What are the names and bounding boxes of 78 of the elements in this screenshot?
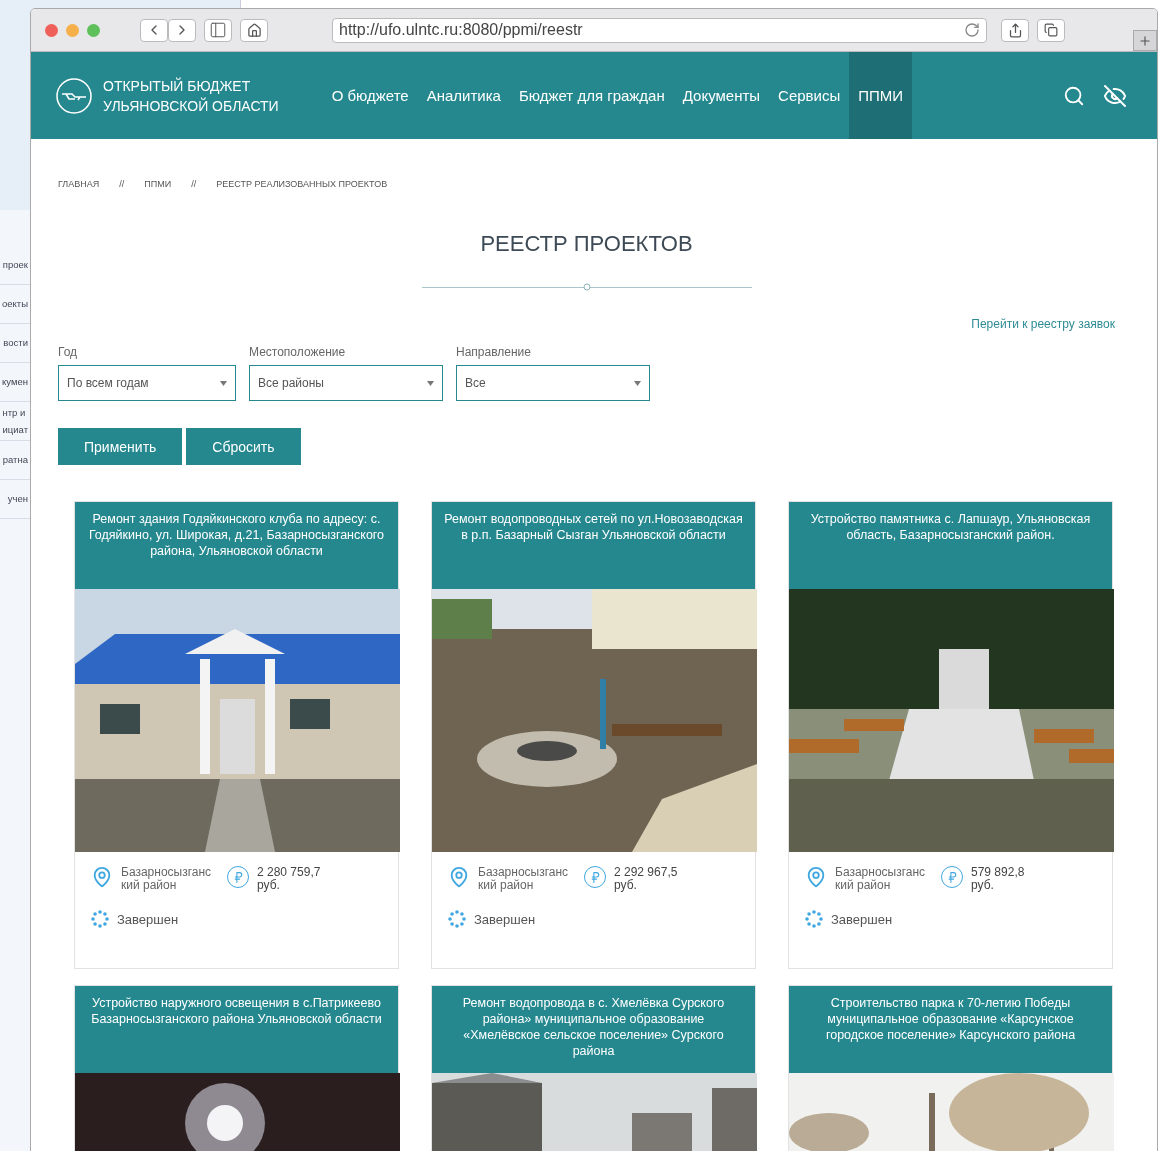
location-pin-icon <box>91 866 113 888</box>
status-text: Завершен <box>474 911 536 927</box>
filter-label: Местоположение <box>249 345 347 359</box>
project-card[interactable]: Ремонт здания Годяйкинского клуба по адресу: с. Годяйкино, ул. Широкая, д.21, Базарносызганского района, Ульяновской области Базарносызганский район 2 280 759,7 руб. Завершен <box>74 501 399 969</box>
filter-label: Направление <box>456 345 532 359</box>
breadcrumb-link[interactable]: РЕЕСТР РЕАЛИЗОВАННЫХ ПРОЕКТОВ <box>216 179 388 189</box>
status-text: Завершен <box>117 911 179 927</box>
nav-item[interactable]: Бюджет для граждан <box>509 52 674 139</box>
sidebar-item[interactable]: нтр и ициат <box>2 403 28 439</box>
card-title[interactable]: Устройство наружного освещения в с.Патрикеево Базарносызганского района Ульяновской области <box>75 986 398 1073</box>
project-card[interactable]: Строительство парка к 70-летию Победы муниципальное образование «Карсунское городское поселение» Карсунского района <box>788 985 1113 1151</box>
sidebar-item[interactable]: проек <box>2 256 28 274</box>
amount-text: 2 280 759,7 руб. <box>257 866 321 892</box>
plus-icon <box>1138 33 1152 48</box>
amount-text: 2 292 967,5 руб. <box>614 866 678 892</box>
sidebar-item[interactable]: вости <box>3 334 28 352</box>
filter-select[interactable]: Все <box>456 365 650 401</box>
page-title: РЕЕСТР ПРОЕКТОВ <box>479 231 694 257</box>
breadcrumb-separator: // <box>119 179 125 189</box>
project-card[interactable]: Ремонт водопровода в с. Хмелёвка Сурского района» муниципальное образование «Хмелёвское сельское поселение» Сурского района <box>431 985 756 1151</box>
project-card[interactable]: Ремонт водопроводных сетей по ул.Новозаводская в р.п. Базарный Сызган Ульяновской области Базарносызганский район 2 292 967,5 руб. Завершен <box>431 501 756 969</box>
status-icon <box>805 910 823 928</box>
caret-icon <box>220 380 227 386</box>
logo-icon <box>55 76 93 115</box>
filter-select[interactable]: По всем годам <box>58 365 236 401</box>
reset-button[interactable]: Сбросить <box>186 428 301 465</box>
nav-item[interactable]: Документы <box>673 52 770 139</box>
location-pin-icon <box>448 866 470 888</box>
nav-item[interactable]: ППМИ <box>849 52 913 139</box>
maximize-icon[interactable] <box>87 23 100 37</box>
breadcrumb-link[interactable]: ГЛАВНАЯ <box>58 179 100 189</box>
sidebar-item[interactable]: кумен <box>2 373 28 391</box>
location-text: Базарносызганский район <box>121 866 213 892</box>
site-logo-text[interactable]: ОТКРЫТЫЙ БЮДЖЕТ УЛЬЯНОВСКОЙ ОБЛАСТИ <box>103 75 279 116</box>
sidebar-icon <box>209 21 227 39</box>
project-card[interactable]: Устройство наружного освещения в с.Патрикеево Базарносызганского района Ульяновской области <box>74 985 399 1151</box>
filter-label: Год <box>58 345 79 359</box>
status-text: Завершен <box>831 911 893 927</box>
share-button[interactable] <box>1001 18 1029 42</box>
card-title[interactable]: Строительство парка к 70-летию Победы муниципальное образование «Карсунское городское поселение» Карсунского района <box>789 986 1112 1073</box>
sidebar-item[interactable]: учен <box>7 490 28 508</box>
close-icon[interactable] <box>45 23 58 37</box>
home-button[interactable] <box>240 18 268 42</box>
status-icon <box>91 910 109 928</box>
breadcrumb-separator: // <box>191 179 197 189</box>
tabs-icon <box>1044 23 1058 37</box>
reload-icon[interactable] <box>964 22 980 38</box>
card-title[interactable]: Ремонт водопровода в с. Хмелёвка Сурского района» муниципальное образование «Хмелёвское сельское поселение» Сурского района <box>432 986 755 1073</box>
card-title[interactable]: Устройство памятника с. Лапшаур, Ульяновская область, Базарносызганский район. <box>789 502 1112 589</box>
home-icon <box>246 22 262 38</box>
card-title[interactable]: Ремонт здания Годяйкинского клуба по адресу: с. Годяйкино, ул. Широкая, д.21, Базарносызганского района, Ульяновской области <box>75 502 398 589</box>
sidebar-item[interactable]: ратна <box>2 451 28 469</box>
nav-item[interactable]: О бюджете <box>322 52 418 139</box>
registry-link[interactable]: Перейти к реестру заявок <box>971 317 1115 331</box>
project-card[interactable]: Устройство памятника с. Лапшаур, Ульяновская область, Базарносызганский район. Базарносызганский район 579 892,8 руб. Завершен <box>788 501 1113 969</box>
status-icon <box>448 910 466 928</box>
nav-item[interactable]: Сервисы <box>769 52 850 139</box>
filter-select[interactable]: Все районы <box>249 365 443 401</box>
eye-off-icon[interactable] <box>1103 83 1127 108</box>
card-title[interactable]: Ремонт водопроводных сетей по ул.Новозаводская в р.п. Базарный Сызган Ульяновской области <box>432 502 755 589</box>
breadcrumb-link[interactable]: ППМИ <box>144 179 172 189</box>
apply-button[interactable]: Применить <box>58 428 183 465</box>
forward-button[interactable] <box>168 18 196 42</box>
location-pin-icon <box>805 866 827 888</box>
amount-text: 579 892,8 руб. <box>971 866 1025 892</box>
sidebar-button[interactable] <box>204 18 232 42</box>
location-text: Базарносызганский район <box>835 866 927 892</box>
caret-icon <box>427 380 434 386</box>
new-tab-button[interactable] <box>1133 30 1157 51</box>
caret-icon <box>634 380 641 386</box>
location-text: Базарносызганский район <box>478 866 570 892</box>
search-icon[interactable] <box>1063 84 1085 107</box>
tabs-button[interactable] <box>1037 18 1065 42</box>
share-icon <box>1007 22 1023 38</box>
back-button[interactable] <box>140 18 168 42</box>
nav-item[interactable]: Аналитика <box>417 52 510 139</box>
sidebar-item[interactable]: оекты <box>2 295 28 313</box>
address-field[interactable]: http://ufo.ulntc.ru:8080/ppmi/reestr <box>332 17 987 43</box>
